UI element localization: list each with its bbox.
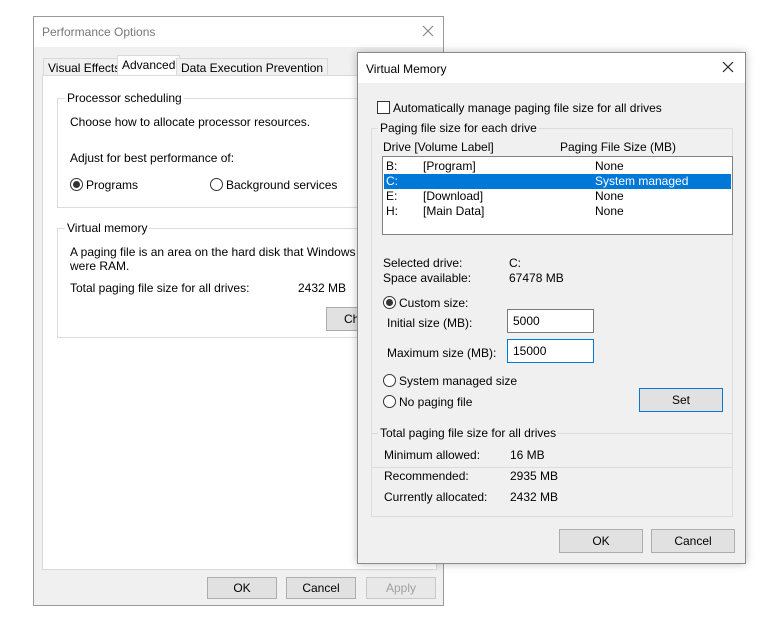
initial-size-input[interactable]: 5000 xyxy=(507,309,594,333)
virtual-memory-titlebar[interactable]: Virtual Memory xyxy=(358,53,745,83)
column-header-drive: Drive [Volume Label] xyxy=(383,140,494,154)
volume-label: [Main Data] xyxy=(423,204,485,218)
tab-visual-effects[interactable]: Visual Effects xyxy=(43,58,126,76)
list-item[interactable]: C: System managed xyxy=(384,174,731,189)
list-item[interactable]: H: [Main Data] None xyxy=(384,204,731,219)
volume-label: [Download] xyxy=(423,189,484,203)
radio-dot xyxy=(386,299,393,306)
column-header-size: Paging File Size (MB) xyxy=(560,140,677,154)
drive-list[interactable]: B: [Program] None C: System managed E: [… xyxy=(382,156,733,235)
list-item[interactable]: E: [Download] None xyxy=(384,189,731,204)
maximum-size-input[interactable]: 15000 xyxy=(507,339,594,363)
no-paging-file-radio[interactable] xyxy=(383,395,396,408)
group-legend: Virtual memory xyxy=(65,221,150,235)
adjust-label: Adjust for best performance of: xyxy=(70,151,235,165)
paging-size: None xyxy=(595,204,624,218)
custom-size-radio[interactable] xyxy=(383,296,396,309)
paging-size: System managed xyxy=(595,174,689,188)
tab-advanced[interactable]: Advanced xyxy=(117,55,181,76)
virtual-memory-window: Virtual Memory Automatically manage pagi… xyxy=(357,52,746,564)
cancel-button[interactable]: Cancel xyxy=(286,577,356,599)
total-paging-group: Total paging file size for all drives Mi… xyxy=(371,426,733,517)
currently-allocated-value: 2432 MB xyxy=(510,490,559,504)
system-managed-radio[interactable] xyxy=(383,374,396,387)
maximum-size-label: Maximum size (MB): xyxy=(387,346,497,360)
cancel-button[interactable]: Cancel xyxy=(651,529,735,553)
radio-dot xyxy=(73,181,80,188)
auto-manage-label[interactable]: Automatically manage paging file size fo… xyxy=(393,101,662,115)
drive-letter: C: xyxy=(386,174,398,188)
drive-letter: E: xyxy=(386,189,398,203)
total-paging-label: Total paging file size for all drives: xyxy=(70,281,250,295)
volume-label: [Program] xyxy=(423,159,476,173)
list-item[interactable]: B: [Program] None xyxy=(384,159,731,174)
window-title: Virtual Memory xyxy=(366,62,447,76)
total-paging-value: 2432 MB xyxy=(298,281,347,295)
paging-file-group: Paging file size for each drive Drive [V… xyxy=(371,121,733,468)
tab-label: Advanced xyxy=(122,58,176,72)
selected-drive-label: Selected drive: xyxy=(383,256,463,270)
minimum-allowed-value: 16 MB xyxy=(510,448,545,462)
tab-label: Data Execution Prevention xyxy=(181,61,324,75)
recommended-label: Recommended: xyxy=(384,469,469,483)
space-available-label: Space available: xyxy=(383,271,472,285)
ok-button[interactable]: OK xyxy=(559,529,643,553)
group-legend: Total paging file size for all drives xyxy=(378,426,559,440)
minimum-allowed-label: Minimum allowed: xyxy=(384,448,481,462)
performance-options-titlebar[interactable]: Performance Options xyxy=(34,17,443,47)
selected-drive-value: C: xyxy=(509,256,521,270)
recommended-value: 2935 MB xyxy=(510,469,559,483)
apply-button[interactable]: Apply xyxy=(366,577,436,599)
group-legend: Paging file size for each drive xyxy=(378,121,539,135)
drive-letter: B: xyxy=(386,159,398,173)
system-managed-label[interactable]: System managed size xyxy=(399,374,517,388)
tab-data-execution-prevention[interactable]: Data Execution Prevention xyxy=(176,58,329,76)
programs-radio[interactable] xyxy=(70,178,83,191)
window-title: Performance Options xyxy=(42,25,156,39)
custom-size-label[interactable]: Custom size: xyxy=(399,296,468,310)
set-button[interactable]: Set xyxy=(639,388,723,412)
close-icon[interactable] xyxy=(422,25,438,41)
paging-size: None xyxy=(595,189,624,203)
paging-size: None xyxy=(595,159,624,173)
ok-button[interactable]: OK xyxy=(207,577,277,599)
programs-label[interactable]: Programs xyxy=(86,178,138,192)
background-services-radio[interactable] xyxy=(210,178,223,191)
virtual-memory-description: A paging file is an area on the hard dis… xyxy=(70,245,372,259)
no-paging-file-label[interactable]: No paging file xyxy=(399,395,472,409)
currently-allocated-label: Currently allocated: xyxy=(384,490,488,504)
group-legend: Processor scheduling xyxy=(65,91,184,105)
virtual-memory-description-continued: were RAM. xyxy=(70,259,130,273)
close-icon[interactable] xyxy=(722,61,738,77)
auto-manage-checkbox[interactable] xyxy=(377,101,390,114)
processor-description: Choose how to allocate processor resourc… xyxy=(70,115,311,129)
initial-size-label: Initial size (MB): xyxy=(387,316,473,330)
space-available-value: 67478 MB xyxy=(509,271,564,285)
background-services-label[interactable]: Background services xyxy=(226,178,337,192)
drive-letter: H: xyxy=(386,204,398,218)
tab-label: Visual Effects xyxy=(48,61,121,75)
